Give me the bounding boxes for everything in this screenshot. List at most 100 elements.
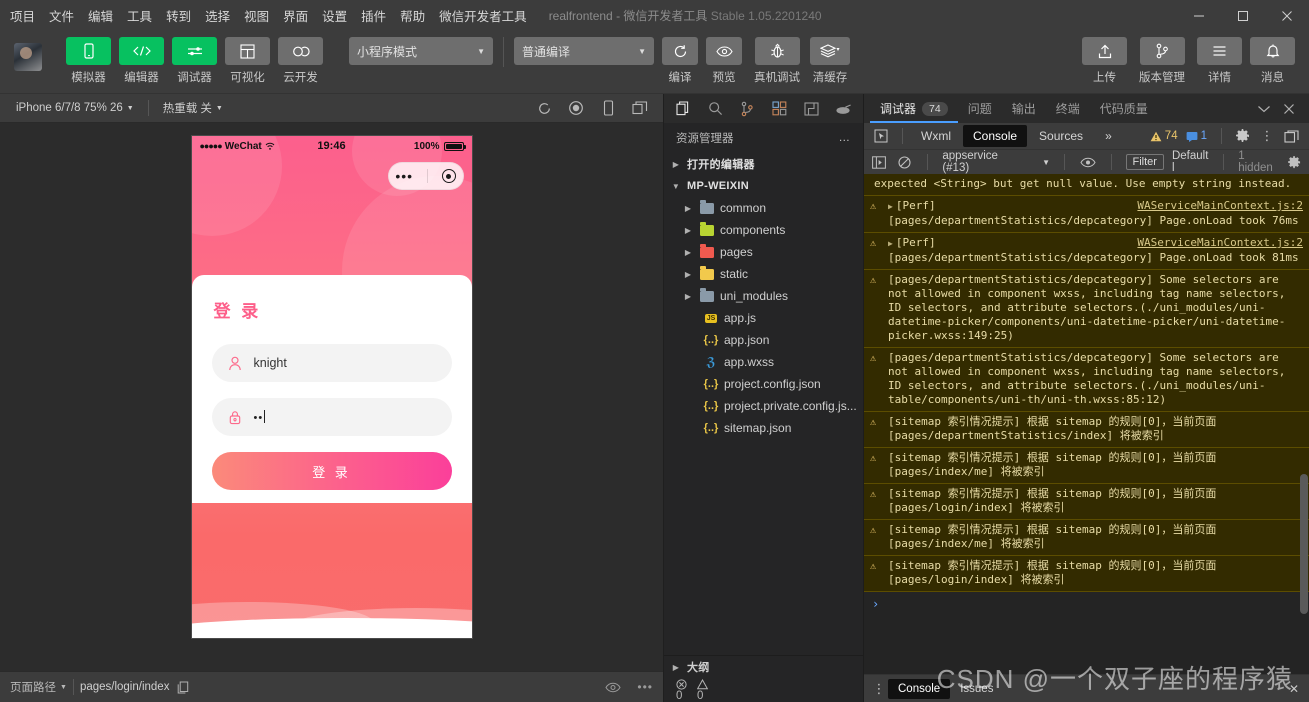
toolbar-cloud[interactable]: 云开发 (278, 37, 323, 85)
console-message[interactable]: ⚠ [pages/departmentStatistics/depcategor… (864, 348, 1309, 412)
console-message[interactable]: ⚠ [pages/departmentStatistics/depcategor… (864, 270, 1309, 348)
tree-item-app-json[interactable]: ▶ {..} app.json (664, 329, 863, 351)
menu-item-select[interactable]: 选择 (205, 6, 230, 25)
footer-tab-issues[interactable]: Issues (950, 679, 1003, 699)
tree-section-outline[interactable]: ▶ 大纲 (664, 656, 863, 678)
panel-tab-console[interactable]: Console (963, 125, 1028, 147)
console-message[interactable]: ⚠ [sitemap 索引情况提示] 根据 sitemap 的规则[0]，当前页… (864, 412, 1309, 448)
info-badge[interactable]: 1 (1186, 130, 1207, 142)
toolbar-upload[interactable]: 上传 (1082, 37, 1127, 85)
tab-terminal[interactable]: 终端 (1046, 94, 1090, 123)
menu-item-tools[interactable]: 工具 (127, 6, 152, 25)
gear-icon[interactable] (1236, 129, 1250, 143)
filter-input[interactable]: Filter (1125, 154, 1164, 170)
tree-section-open-editors[interactable]: ▶ 打开的编辑器 (664, 153, 863, 175)
copy-icon[interactable] (177, 681, 189, 694)
toolbar-clearcache[interactable]: ▾ 清缓存 (810, 37, 850, 85)
console-message-source[interactable]: WAServiceMainContext.js:2 (1137, 199, 1303, 213)
tree-item-app-js[interactable]: ▶ JS app.js (664, 307, 863, 329)
password-field[interactable]: •• (211, 398, 452, 436)
username-field[interactable]: knight (211, 344, 452, 382)
toolbar-compile[interactable]: 编译 (662, 37, 698, 85)
menu-item-goto[interactable]: 转到 (166, 6, 191, 25)
console-output[interactable]: expected <String> but get null value. Us… (864, 174, 1309, 674)
search-icon[interactable] (706, 100, 724, 118)
menu-item-project[interactable]: 项目 (10, 6, 35, 25)
windows-icon[interactable] (631, 99, 649, 117)
toolbar-debugger[interactable]: 调试器 (172, 37, 217, 85)
console-message[interactable]: ⚠ [sitemap 索引情况提示] 根据 sitemap 的规则[0]，当前页… (864, 448, 1309, 484)
eye-icon[interactable] (1079, 153, 1097, 171)
tree-item-common[interactable]: ▶ common (664, 197, 863, 219)
hot-reload-select[interactable]: 热重载 关 ▼ (155, 98, 231, 119)
rotate-icon[interactable] (535, 99, 553, 117)
menu-item-help[interactable]: 帮助 (400, 6, 425, 25)
toolbar-preview[interactable]: 预览 (706, 37, 742, 85)
close-target-icon[interactable] (441, 169, 456, 183)
footer-tab-console[interactable]: Console (888, 678, 951, 699)
sidebar-icon[interactable] (870, 153, 888, 171)
console-scrollbar-thumb[interactable] (1300, 474, 1308, 614)
gear-icon[interactable] (1285, 153, 1303, 171)
mode-select[interactable]: 小程序模式 ▼ (349, 37, 493, 65)
toolbar-simulator[interactable]: 模拟器 (66, 37, 111, 85)
menu-item-file[interactable]: 文件 (49, 6, 74, 25)
console-prompt[interactable]: › (864, 592, 1309, 616)
inspect-icon[interactable] (868, 125, 894, 147)
tree-item-app-wxss[interactable]: ▶ ℨ app.wxss (664, 351, 863, 373)
cloud-icon[interactable] (834, 100, 852, 118)
close-button[interactable] (1265, 0, 1309, 31)
console-scrollbar[interactable] (1299, 174, 1309, 674)
tree-item-components[interactable]: ▶ components (664, 219, 863, 241)
tab-output[interactable]: 输出 (1002, 94, 1046, 123)
toolbar-message[interactable]: 消息 (1250, 37, 1295, 85)
login-button[interactable]: 登 录 (211, 452, 452, 490)
tab-problems[interactable]: 问题 (958, 94, 1002, 123)
panel-tab-more[interactable]: » (1095, 125, 1122, 147)
console-message[interactable]: ⚠ [sitemap 索引情况提示] 根据 sitemap 的规则[0]，当前页… (864, 520, 1309, 556)
problems-summary[interactable]: 0 0 (664, 678, 863, 702)
panel-tab-sources[interactable]: Sources (1029, 125, 1093, 147)
toolbar-editor[interactable]: 编辑器 (119, 37, 164, 85)
tree-item-static[interactable]: ▶ static (664, 263, 863, 285)
more-vertical-icon[interactable]: ⋮ (870, 682, 888, 695)
console-message-source[interactable]: WAServiceMainContext.js:2 (1137, 236, 1303, 250)
compile-select[interactable]: 普通编译 ▼ (514, 37, 654, 65)
menu-item-plugins[interactable]: 插件 (361, 6, 386, 25)
clear-icon[interactable] (896, 153, 914, 171)
expand-triangle-icon[interactable]: ▶ (888, 239, 893, 248)
files-icon[interactable] (674, 100, 692, 118)
wechat-capsule[interactable]: ••• (387, 162, 464, 190)
tab-code-quality[interactable]: 代码质量 (1090, 94, 1158, 123)
toolbar-details[interactable]: 详情 (1197, 37, 1242, 85)
context-select[interactable]: appservice (#13) ▼ (942, 150, 1050, 174)
panel-tab-wxml[interactable]: Wxml (911, 125, 961, 147)
menu-item-interface[interactable]: 界面 (283, 6, 308, 25)
tree-section-mp-weixin[interactable]: ▼ MP-WEIXIN (664, 175, 863, 197)
menu-item-view[interactable]: 视图 (244, 6, 269, 25)
tree-item-project-config[interactable]: ▶ {..} project.config.json (664, 373, 863, 395)
more-icon[interactable]: ••• (637, 680, 653, 694)
phone-icon[interactable] (599, 99, 617, 117)
menu-item-settings[interactable]: 设置 (322, 6, 347, 25)
more-vertical-icon[interactable]: ⋮ (1258, 129, 1276, 142)
menu-item-devtools[interactable]: 微信开发者工具 (439, 6, 527, 25)
log-level-select[interactable]: Default l (1172, 150, 1209, 174)
record-icon[interactable] (567, 99, 585, 117)
console-message[interactable]: expected <String> but get null value. Us… (864, 174, 1309, 196)
console-message[interactable]: ⚠ WAServiceMainContext.js:2 ▶ [Perf] [pag… (864, 196, 1309, 233)
toolbar-realdevice[interactable]: 真机调试 (750, 37, 804, 85)
device-select[interactable]: iPhone 6/7/8 75% 26 ▼ (8, 98, 142, 119)
console-message[interactable]: ⚠ WAServiceMainContext.js:2 ▶ [Perf] [pag… (864, 233, 1309, 270)
dock-icon[interactable] (1284, 129, 1299, 143)
extensions-icon[interactable] (770, 100, 788, 118)
console-message[interactable]: ⚠ [sitemap 索引情况提示] 根据 sitemap 的规则[0]，当前页… (864, 556, 1309, 592)
tree-item-project-private-config[interactable]: ▶ {..} project.private.config.js... (664, 395, 863, 417)
page-path-select[interactable]: 页面路径 ▼ (10, 679, 67, 695)
tree-item-pages[interactable]: ▶ pages (664, 241, 863, 263)
toolbar-version[interactable]: 版本管理 (1135, 37, 1189, 85)
close-icon[interactable]: ✕ (1289, 682, 1303, 696)
eye-icon[interactable] (605, 682, 621, 693)
expand-triangle-icon[interactable]: ▶ (888, 202, 893, 211)
tab-debugger[interactable]: 调试器 74 (870, 94, 958, 123)
